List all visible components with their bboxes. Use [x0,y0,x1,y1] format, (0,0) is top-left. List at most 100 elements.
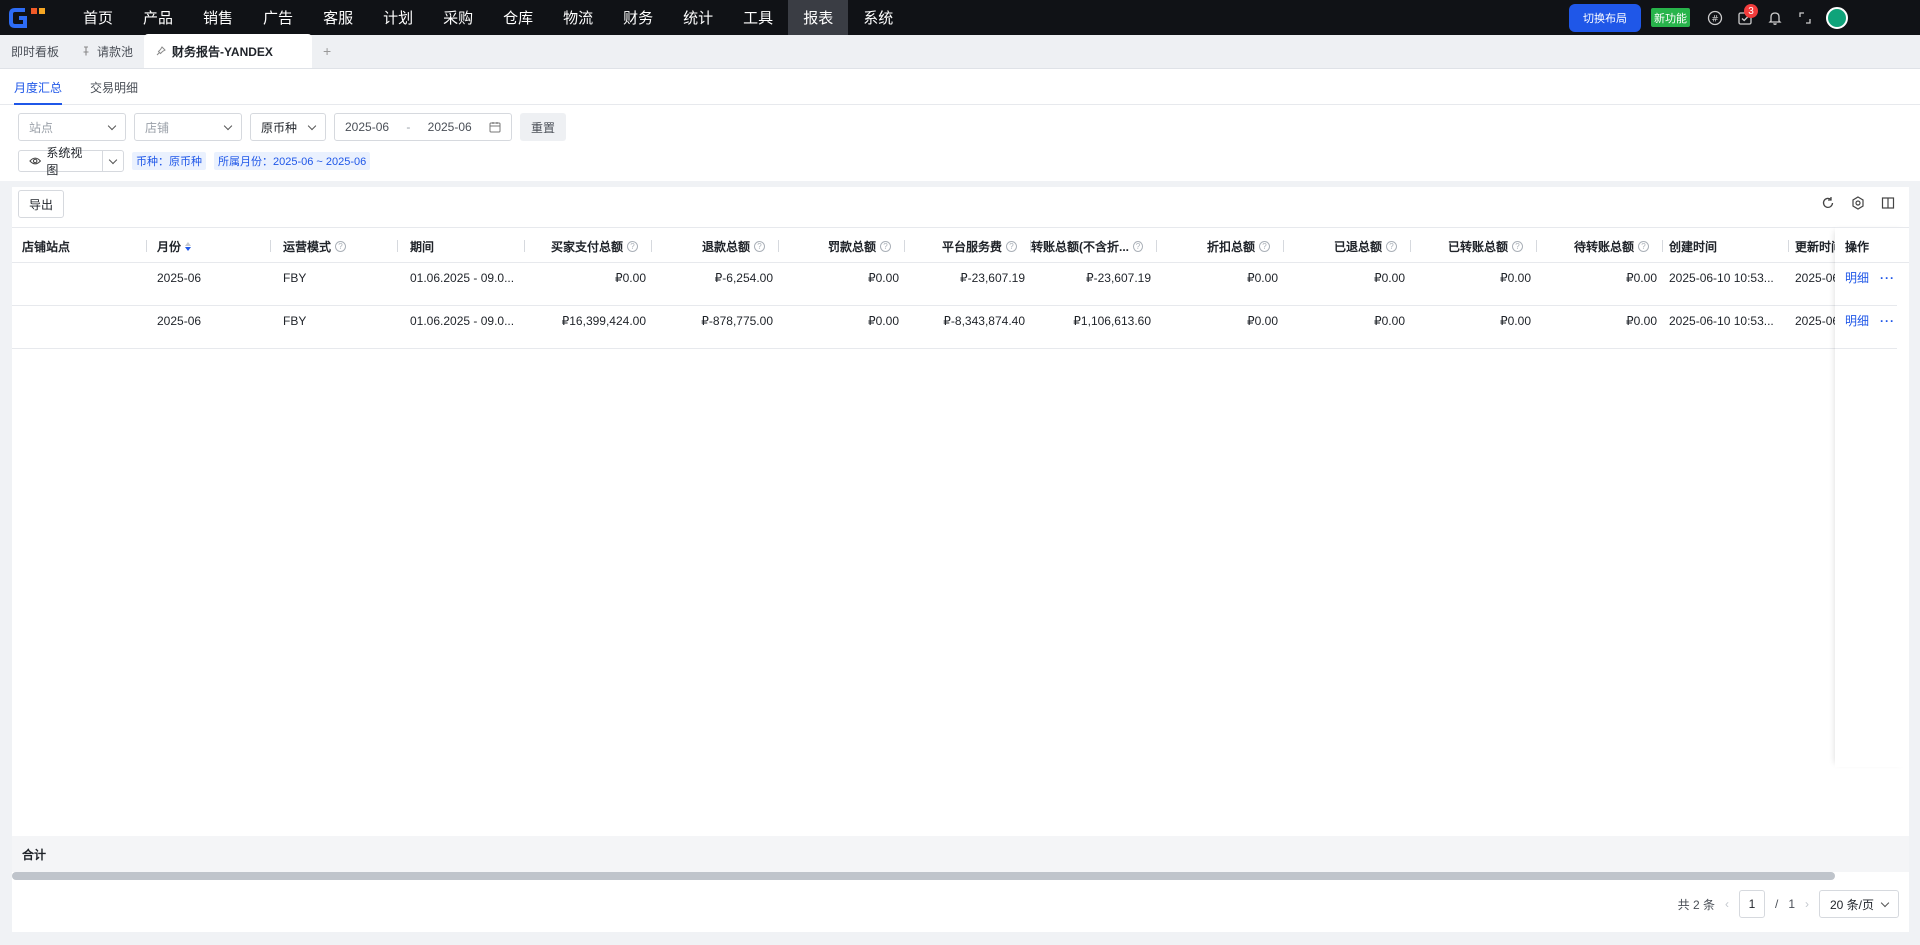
help-circle-icon[interactable]: ? [1133,240,1143,252]
reset-button[interactable]: 重置 [520,113,567,141]
system-view-dropdown[interactable]: 系统视图 [18,146,124,177]
column-header-mode[interactable]: 运营模式? [271,228,398,264]
nav-item-plan[interactable]: 计划 [368,0,428,35]
settings-icon[interactable] [1849,194,1867,212]
table-total-row: 合计 [12,836,1909,872]
header-label: 店铺站点 [22,239,71,254]
prev-page-icon[interactable]: ‹ [1725,897,1729,911]
fullscreen-icon[interactable] [1790,0,1820,35]
page-tab-dashboard[interactable]: 即时看板 [0,34,70,68]
cell-penalty: ₽0.00 [868,270,899,285]
page-tab-label: 即时看板 [11,44,60,59]
nav-item-service[interactable]: 客服 [308,0,368,35]
sort-icon[interactable] [185,241,193,251]
nav-item-home[interactable]: 首页 [68,0,128,35]
column-header-buyer-paid[interactable]: 买家支付总额? [525,228,652,264]
page-size-select[interactable]: 20 条/页 [1819,890,1899,918]
nav-item-warehouse[interactable]: 仓库 [488,0,548,35]
horizontal-scrollbar[interactable] [12,872,1835,880]
column-header-period[interactable]: 期间 [398,228,525,264]
help-circle-icon[interactable]: ? [754,240,765,252]
bell-icon[interactable] [1760,0,1790,35]
tab-transaction-detail[interactable]: 交易明细 [76,69,152,105]
user-avatar[interactable] [1826,6,1848,29]
refresh-icon[interactable] [1819,194,1837,212]
app-logo[interactable] [0,0,58,35]
system-view-button[interactable]: 系统视图 [19,146,103,177]
cell-period: 01.06.2025 - 09.0... [410,313,515,328]
table-row[interactable]: 2025-06 FBY 01.06.2025 - 09.0... ₽16,399… [12,306,1897,349]
filter-tag-month[interactable]: 所属月份：2025-06 ~ 2025-06 [214,152,371,170]
pin-icon[interactable] [81,46,91,56]
nav-item-product[interactable]: 产品 [128,0,188,35]
pin-icon[interactable] [156,46,166,56]
help-circle-icon[interactable]: ? [1386,240,1397,252]
header-label: 转账总额(不含折... [1031,239,1129,254]
currency-select-value: 原币种 [261,120,298,135]
system-view-toggle[interactable] [103,151,123,171]
help-circle-icon[interactable]: ? [627,240,638,252]
date-start[interactable]: 2025-06 [345,120,389,134]
next-page-icon[interactable]: › [1805,897,1809,911]
page-number-input[interactable]: 1 [1738,890,1765,918]
nav-item-purchase[interactable]: 采购 [428,0,488,35]
nav-item-tools[interactable]: 工具 [728,0,788,35]
help-circle-icon[interactable]: ? [1638,240,1649,252]
filter-tag-currency[interactable]: 币种：原币种 [132,152,206,170]
column-header-updated[interactable]: 更新时间 [1789,228,1835,264]
cell-updated: 2025-06- [1795,313,1835,328]
column-header-pending[interactable]: 待转账总额? [1537,228,1663,264]
cell-created: 2025-06-10 10:53... [1669,270,1774,285]
help-circle-icon[interactable]: ? [1006,240,1017,252]
nav-item-logistics[interactable]: 物流 [548,0,608,35]
shop-select[interactable]: 店铺 [134,113,242,141]
date-end[interactable]: 2025-06 [428,120,472,134]
add-tab-button[interactable]: + [312,34,342,68]
help-circle-icon[interactable]: ? [335,240,347,252]
cell-created: 2025-06-10 10:53... [1669,313,1774,328]
report-sub-tabs: 月度汇总 交易明细 [0,69,1920,105]
column-header-transferred[interactable]: 已转账总额? [1411,228,1537,264]
table-row[interactable]: 2025-06 FBY 01.06.2025 - 09.0... ₽0.00 ₽… [12,263,1897,306]
cell-transfer-excl: ₽1,106,613.60 [1073,313,1151,328]
column-header-platform-fee[interactable]: 平台服务费? [905,228,1031,264]
nav-item-statistics[interactable]: 统计 [668,0,728,35]
site-select[interactable]: 站点 [18,113,126,141]
new-feature-button[interactable]: 新功能 [1651,8,1690,27]
nav-item-reports[interactable]: 报表 [788,0,849,35]
page-tab-yandex-report[interactable]: 财务报告-YANDEX [144,34,313,68]
month-range-picker[interactable]: 2025-06 - 2025-06 [334,113,512,141]
cell-mode: FBY [283,270,307,285]
calendar-icon [489,122,501,133]
switch-layout-button[interactable]: 切换布局 [1569,3,1641,32]
nav-item-finance[interactable]: 财务 [608,0,668,35]
column-header-penalty[interactable]: 罚款总额? [779,228,905,264]
column-header-transfer-excl[interactable]: 转账总额(不含折...? [1031,228,1157,264]
chevron-down-icon [223,121,233,130]
help-circle-icon[interactable]: ? [880,240,891,252]
nav-item-ads[interactable]: 广告 [248,0,308,35]
page-slash: / [1774,897,1779,911]
cell-discount: ₽0.00 [1247,270,1278,285]
column-layout-icon[interactable] [1879,194,1897,212]
header-label: 更新时间 [1795,239,1835,254]
eye-icon [29,157,42,165]
cell-period: 01.06.2025 - 09.0... [410,270,515,285]
column-header-discount[interactable]: 折扣总额? [1157,228,1284,264]
column-header-refund[interactable]: 退款总额? [652,228,779,264]
tab-monthly-summary[interactable]: 月度汇总 [0,69,76,105]
date-separator: - [406,120,411,134]
task-icon[interactable]: 3 [1730,0,1760,35]
help-circle-icon[interactable]: ? [1512,240,1523,252]
column-header-month[interactable]: 月份 [145,228,271,264]
column-header-shop-site[interactable]: 店铺站点 [22,228,147,264]
column-header-created[interactable]: 创建时间 [1663,228,1789,264]
help-circle-icon[interactable]: ? [1259,240,1270,252]
page-tab-payment-pool[interactable]: 请款池 [70,34,144,68]
nav-item-system[interactable]: 系统 [848,0,908,35]
nav-item-sales[interactable]: 销售 [188,0,248,35]
export-button[interactable]: 导出 [18,190,65,218]
currency-select[interactable]: 原币种 [250,113,326,141]
column-header-refunded[interactable]: 已退总额? [1284,228,1411,264]
help-icon[interactable]: # [1700,0,1730,35]
